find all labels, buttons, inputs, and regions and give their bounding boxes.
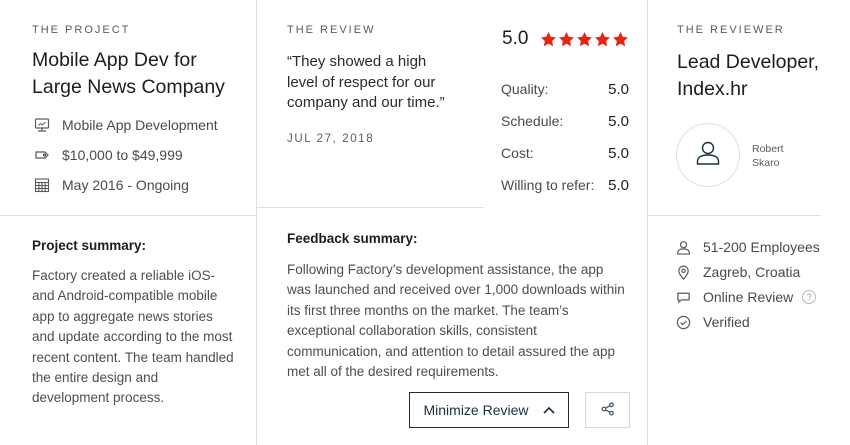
feedback-summary-title: Feedback summary:	[287, 231, 418, 246]
review-quote-line: level of respect for our	[287, 73, 436, 91]
review-eyebrow: THE REVIEW	[287, 24, 376, 36]
reviewer-location: Zagreb, Croatia	[675, 264, 800, 280]
feedback-summary-line: exceptional collaboration skills, consis…	[287, 323, 537, 339]
project-summary-line: and Android-compatible mobile	[32, 288, 218, 304]
project-divider	[0, 215, 256, 216]
feedback-summary-line: met all of the desired requirements.	[287, 364, 499, 380]
project-summary-title: Project summary:	[32, 238, 147, 253]
minimize-review-label: Minimize Review	[423, 402, 529, 418]
minimize-review-button[interactable]: Minimize Review	[409, 392, 569, 428]
rating-value: 5.0	[608, 145, 629, 162]
feedback-summary-line: its first three months on the market. Th…	[287, 302, 569, 318]
project-summary-line: app to aggregate news stories	[32, 308, 213, 324]
review-card: THE PROJECT Mobile App Dev for Large New…	[0, 0, 850, 445]
rating-value: 5.0	[608, 113, 629, 130]
project-eyebrow: THE PROJECT	[32, 24, 131, 36]
overall-rating: 5.0	[502, 28, 629, 50]
star-icon	[613, 31, 629, 46]
reviewer-title-line: Lead Developer,	[677, 51, 820, 73]
column-divider-1	[256, 0, 257, 445]
share-button[interactable]	[585, 392, 630, 428]
project-timeline-label: May 2016 - Ongoing	[62, 177, 189, 193]
check-circle-icon	[675, 314, 691, 330]
project-summary-line: Factory created a reliable iOS-	[32, 268, 216, 283]
star-icon	[559, 31, 575, 46]
calendar-icon	[34, 177, 50, 193]
user-icon	[675, 239, 691, 255]
reviewer-name-line: Skaro	[752, 157, 780, 169]
rating-label: Schedule:	[501, 113, 564, 129]
project-budget-label: $10,000 to $49,999	[62, 147, 183, 163]
project-service: Mobile App Development	[34, 117, 218, 133]
reviewer-employees-label: 51-200 Employees	[703, 239, 820, 255]
reviewer-verified: Verified	[675, 314, 750, 330]
review-date: JUL 27, 2018	[287, 133, 375, 145]
rating-row-schedule: Schedule: 5.0	[501, 113, 629, 130]
project-timeline: May 2016 - Ongoing	[34, 177, 189, 193]
rating-label: Cost:	[501, 145, 534, 161]
project-summary-line: development process.	[32, 390, 165, 406]
reviewer-divider	[648, 215, 821, 216]
column-divider-2	[647, 0, 648, 445]
rating-value: 5.0	[608, 81, 629, 98]
price-tag-icon	[34, 147, 50, 163]
project-summary-line: and update according to the most	[32, 329, 233, 345]
overall-rating-value: 5.0	[502, 28, 529, 49]
feedback-summary: Following Factory’s development assistan…	[287, 260, 642, 382]
rating-label: Willing to refer:	[501, 177, 595, 193]
project-title: Mobile App Dev for Large News Company	[32, 47, 252, 101]
chevron-up-icon	[542, 406, 555, 414]
reviewer-eyebrow: THE REVIEWER	[677, 24, 785, 36]
project-summary-line: the entire design and	[32, 370, 159, 386]
reviewer-name: Robert Skaro	[752, 142, 802, 170]
star-icon	[541, 31, 557, 46]
reviewer-review-type: Online Review ?	[675, 289, 817, 305]
project-title-line: Mobile App Dev for	[32, 49, 197, 71]
project-budget: $10,000 to $49,999	[34, 147, 183, 163]
reviewer-title: Lead Developer, Index.hr	[677, 49, 847, 103]
chat-bubble-icon	[675, 289, 691, 305]
project-title-line: Large News Company	[32, 76, 225, 98]
share-icon	[601, 401, 615, 419]
review-quote-line: company and our time.”	[287, 94, 445, 111]
rating-row-cost: Cost: 5.0	[501, 145, 629, 162]
avatar	[676, 123, 740, 187]
rating-row-quality: Quality: 5.0	[501, 81, 629, 98]
help-icon[interactable]: ?	[802, 290, 817, 304]
user-icon	[695, 140, 721, 171]
feedback-summary-line: Following Factory’s development assistan…	[287, 262, 604, 277]
review-divider	[257, 207, 484, 208]
map-pin-icon	[675, 264, 691, 280]
star-icon	[595, 31, 611, 46]
reviewer-verified-label: Verified	[703, 314, 750, 330]
project-service-label: Mobile App Development	[62, 117, 218, 133]
project-summary: Factory created a reliable iOS- and Andr…	[32, 266, 252, 409]
reviewer-name-line: Robert	[752, 143, 784, 155]
reviewer-location-label: Zagreb, Croatia	[703, 264, 801, 280]
rating-row-willing-to-refer: Willing to refer: 5.0	[501, 177, 629, 194]
reviewer-title-line: Index.hr	[677, 78, 748, 100]
rating-value: 5.0	[608, 177, 629, 194]
rating-label: Quality:	[501, 81, 549, 97]
project-summary-line: recent content. The team handled	[32, 349, 234, 365]
feedback-summary-line: was launched and received over 1,000 dow…	[287, 282, 625, 298]
star-icon	[577, 31, 593, 46]
reviewer-employees: 51-200 Employees	[675, 239, 820, 255]
review-quote-line: “They showed a high	[287, 53, 427, 70]
reviewer-review-type-label: Online Review	[703, 289, 794, 305]
mobile-device-icon	[34, 117, 50, 133]
feedback-summary-line: communication, and attention to detail a…	[287, 343, 615, 359]
star-rating	[540, 31, 629, 48]
review-quote: “They showed a high level of respect for…	[287, 52, 482, 114]
